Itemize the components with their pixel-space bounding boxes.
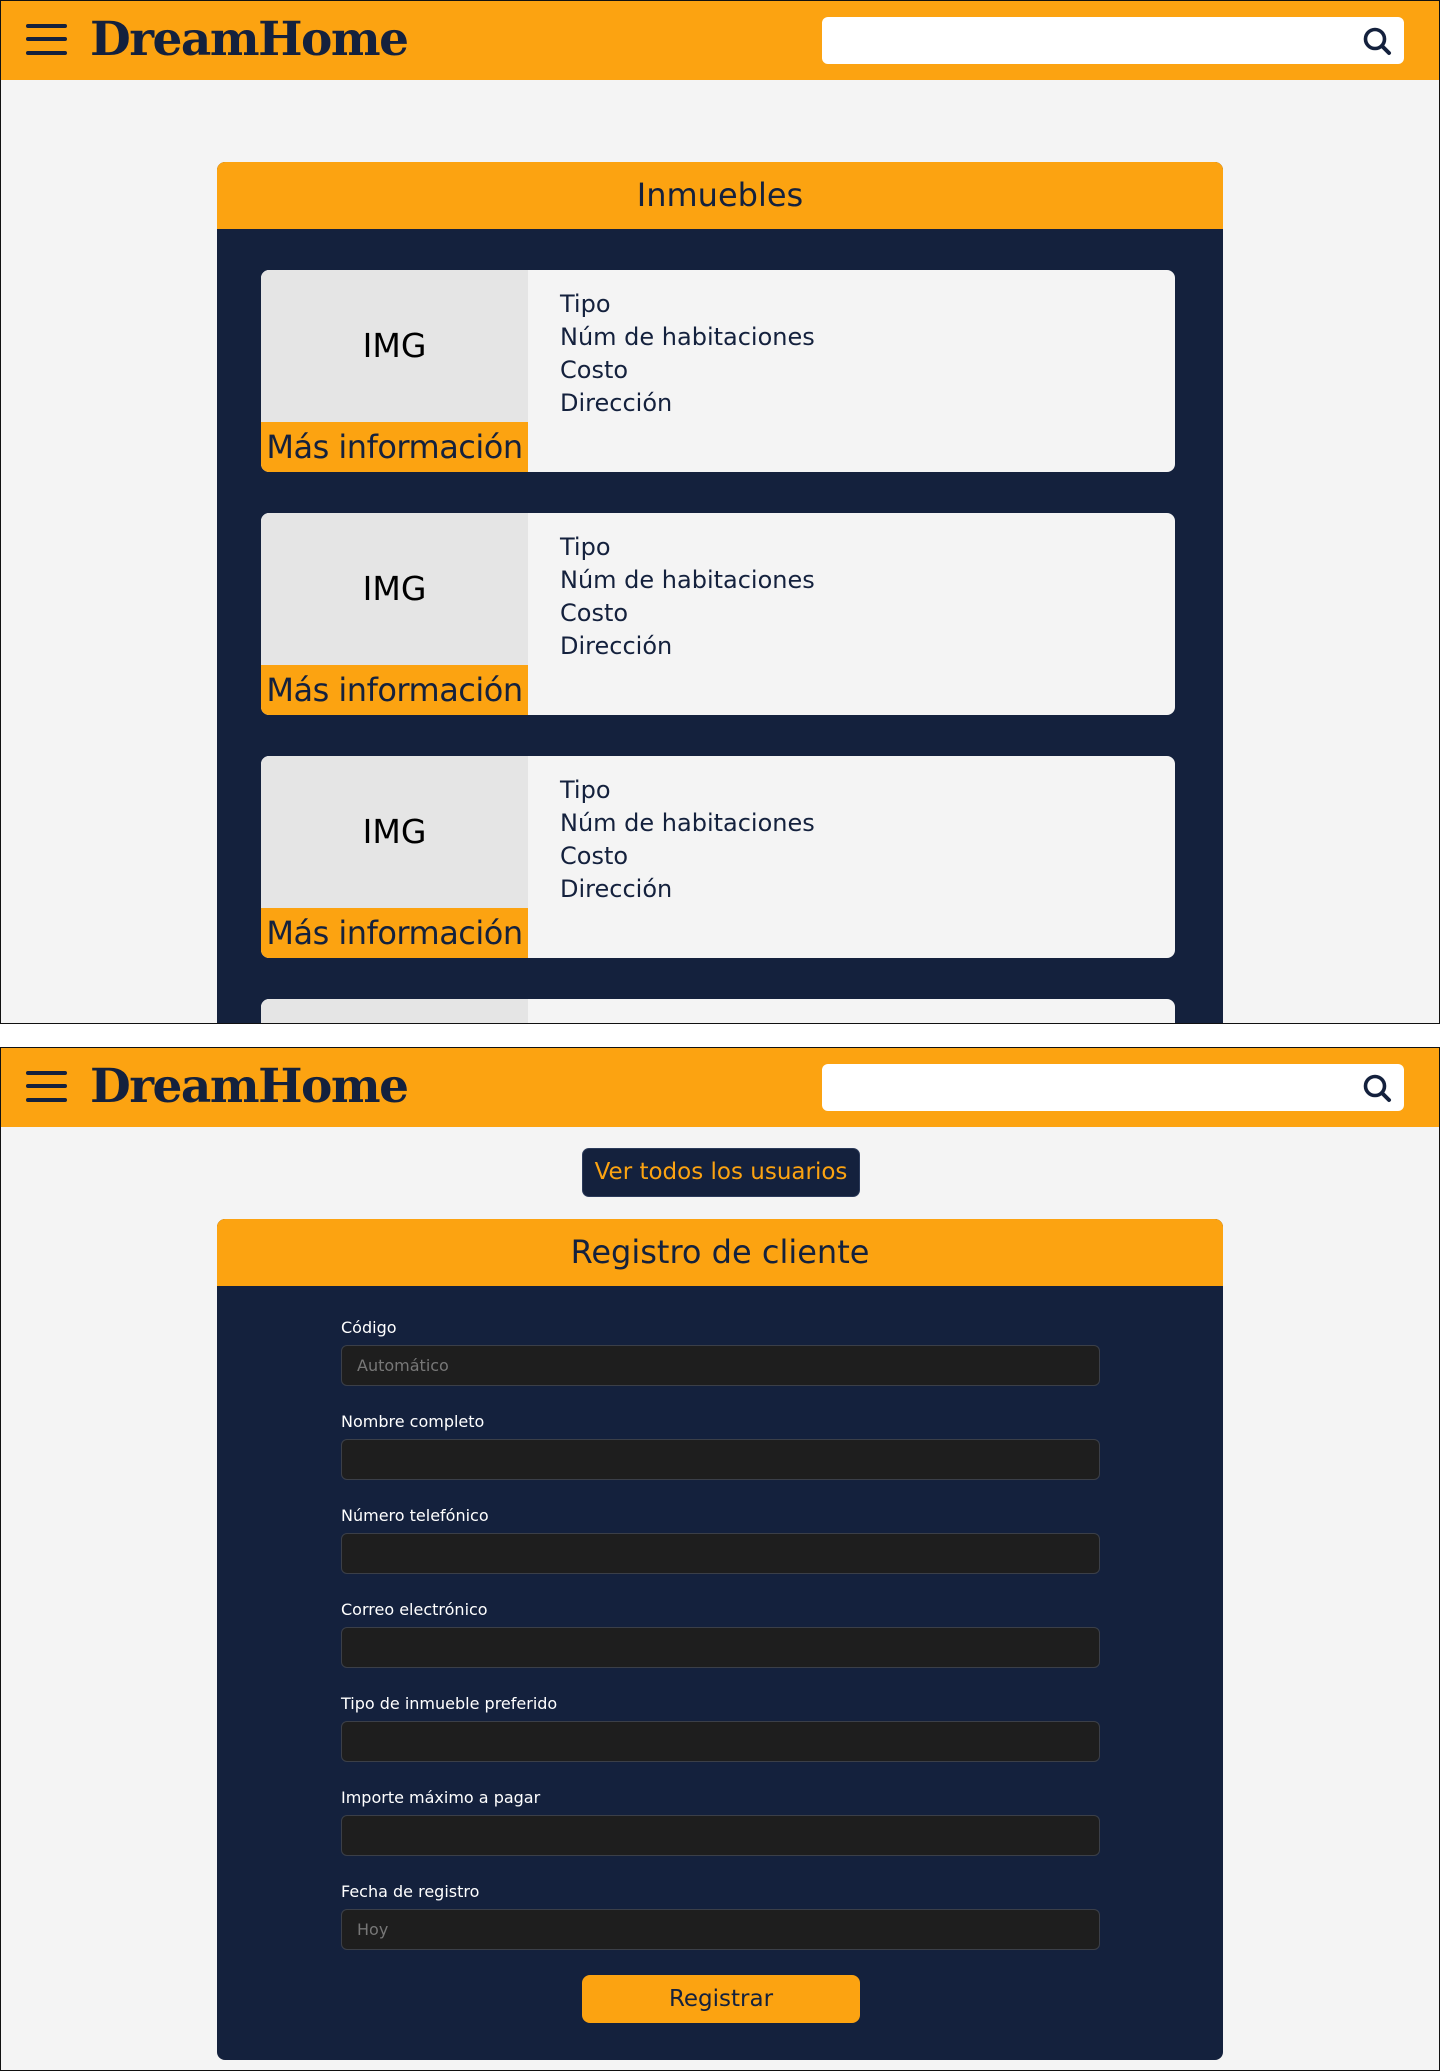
property-image: IMG bbox=[261, 513, 528, 665]
property-card bbox=[261, 999, 1175, 1023]
max-amount-input[interactable] bbox=[341, 1815, 1100, 1856]
register-date-input[interactable] bbox=[341, 1909, 1100, 1950]
view-all-users-button[interactable]: Ver todos los usuarios bbox=[582, 1148, 860, 1197]
max-amount-field: Importe máximo a pagar bbox=[341, 1787, 1100, 1856]
property-image bbox=[261, 999, 528, 1023]
register-form-panel: Registro de cliente Código Nombre comple… bbox=[217, 1219, 1223, 2060]
property-card: IMG Más información Tipo Núm de habitaci… bbox=[261, 513, 1175, 715]
menu-icon[interactable] bbox=[26, 24, 67, 55]
search-icon[interactable] bbox=[1362, 26, 1392, 56]
listings-screen: DreamHome Inmuebles IMG Más información … bbox=[0, 0, 1440, 1024]
field-label: Fecha de registro bbox=[341, 1882, 480, 1901]
property-details: Tipo Núm de habitaciones Costo Dirección bbox=[560, 531, 815, 663]
property-type: Tipo bbox=[560, 776, 611, 804]
phone-input[interactable] bbox=[341, 1533, 1100, 1574]
property-type: Tipo bbox=[560, 533, 611, 561]
field-label: Nombre completo bbox=[341, 1412, 485, 1431]
register-date-field: Fecha de registro bbox=[341, 1881, 1100, 1950]
property-rooms: Núm de habitaciones bbox=[560, 566, 815, 594]
field-label: Tipo de inmueble preferido bbox=[341, 1694, 558, 1713]
property-type-field: Tipo de inmueble preferido bbox=[341, 1693, 1100, 1762]
property-address: Dirección bbox=[560, 632, 673, 660]
search-icon[interactable] bbox=[1362, 1073, 1392, 1103]
field-label: Código bbox=[341, 1318, 397, 1337]
property-rooms: Núm de habitaciones bbox=[560, 809, 815, 837]
logo[interactable]: DreamHome bbox=[90, 1057, 409, 1117]
search-bar bbox=[822, 17, 1404, 64]
code-input[interactable] bbox=[341, 1345, 1100, 1386]
property-address: Dirección bbox=[560, 389, 673, 417]
property-card: IMG Más información Tipo Núm de habitaci… bbox=[261, 270, 1175, 472]
full-name-input[interactable] bbox=[341, 1439, 1100, 1480]
phone-field: Número telefónico bbox=[341, 1505, 1100, 1574]
email-input[interactable] bbox=[341, 1627, 1100, 1668]
property-image: IMG bbox=[261, 756, 528, 908]
property-details: Tipo Núm de habitaciones Costo Dirección bbox=[560, 288, 815, 420]
property-card: IMG Más información Tipo Núm de habitaci… bbox=[261, 756, 1175, 958]
property-details: Tipo Núm de habitaciones Costo Dirección bbox=[560, 774, 815, 906]
panel-title: Registro de cliente bbox=[217, 1219, 1223, 1286]
property-cost: Costo bbox=[560, 842, 629, 870]
property-address: Dirección bbox=[560, 875, 673, 903]
menu-icon[interactable] bbox=[26, 1071, 67, 1102]
top-bar: DreamHome bbox=[1, 1048, 1439, 1127]
field-label: Número telefónico bbox=[341, 1506, 489, 1525]
code-field: Código bbox=[341, 1317, 1100, 1386]
register-button[interactable]: Registrar bbox=[582, 1975, 860, 2023]
more-info-button[interactable]: Más información bbox=[261, 908, 528, 958]
field-label: Importe máximo a pagar bbox=[341, 1788, 541, 1807]
search-input[interactable] bbox=[822, 1064, 1342, 1111]
logo[interactable]: DreamHome bbox=[90, 10, 409, 70]
more-info-button[interactable]: Más información bbox=[261, 665, 528, 715]
field-label: Correo electrónico bbox=[341, 1600, 488, 1619]
property-image: IMG bbox=[261, 270, 528, 422]
property-rooms: Núm de habitaciones bbox=[560, 323, 815, 351]
register-screen: DreamHome Ver todos los usuarios Registr… bbox=[0, 1047, 1440, 2071]
email-field: Correo electrónico bbox=[341, 1599, 1100, 1668]
property-cost: Costo bbox=[560, 356, 629, 384]
more-info-button[interactable]: Más información bbox=[261, 422, 528, 472]
property-cost: Costo bbox=[560, 599, 629, 627]
search-input[interactable] bbox=[822, 17, 1342, 64]
full-name-field: Nombre completo bbox=[341, 1411, 1100, 1480]
panel-title: Inmuebles bbox=[217, 162, 1223, 229]
property-type: Tipo bbox=[560, 290, 611, 318]
property-type-input[interactable] bbox=[341, 1721, 1100, 1762]
top-bar: DreamHome bbox=[1, 1, 1439, 80]
listings-panel: Inmuebles IMG Más información Tipo Núm d… bbox=[217, 162, 1223, 1023]
search-bar bbox=[822, 1064, 1404, 1111]
